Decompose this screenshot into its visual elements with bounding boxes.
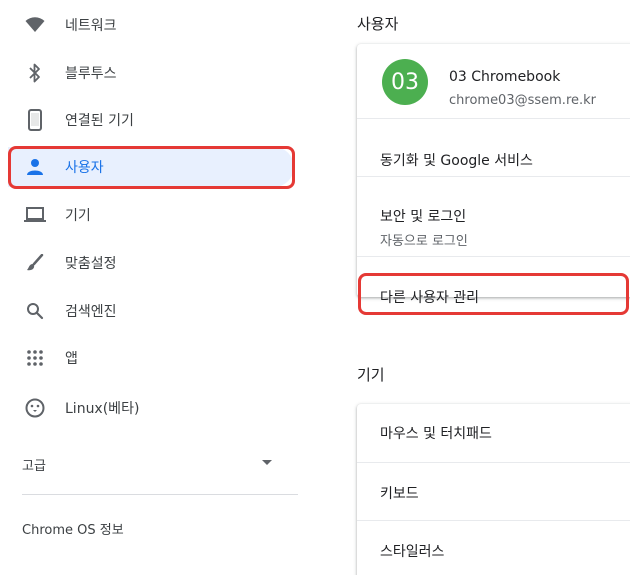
- account-email: chrome03@ssem.re.kr: [449, 93, 597, 108]
- sidebar-item-label: 맞춤설정: [65, 256, 117, 272]
- sync-services-label: 동기화 및 Google 서비스: [380, 153, 533, 169]
- sidebar-item-connected-devices[interactable]: 연결된 기기: [8, 100, 294, 140]
- manage-other-users-label: 다른 사용자 관리: [380, 290, 480, 306]
- penguin-icon: [24, 397, 46, 419]
- sidebar-item-label: 네트워크: [65, 18, 117, 34]
- sidebar-item-label: 연결된 기기: [65, 113, 134, 129]
- stylus-label: 스타일러스: [380, 544, 445, 560]
- security-login-subtitle: 자동으로 로그인: [380, 234, 468, 249]
- sidebar-item-label: 블루투스: [65, 66, 117, 82]
- users-section-title: 사용자: [357, 15, 399, 33]
- keyboard-row[interactable]: 키보드: [357, 462, 630, 520]
- mouse-touchpad-row[interactable]: 마우스 및 터치패드: [357, 404, 630, 462]
- device-section-title: 기기: [357, 366, 385, 384]
- sidebar-item-apps[interactable]: 앱: [8, 338, 294, 378]
- sidebar-item-label: 검색엔진: [65, 304, 117, 320]
- brush-icon: [24, 252, 46, 274]
- avatar: 03: [382, 59, 428, 105]
- account-row[interactable]: 03 03 Chromebook chrome03@ssem.re.kr: [357, 44, 630, 118]
- sidebar-item-label: Linux(베타): [65, 401, 140, 417]
- manage-other-users-row[interactable]: 다른 사용자 관리: [357, 256, 630, 306]
- users-card: 03 03 Chromebook chrome03@ssem.re.kr 동기화…: [357, 44, 630, 306]
- keyboard-label: 키보드: [380, 486, 419, 502]
- sidebar-item-label: 기기: [65, 208, 91, 224]
- sidebar-item-label: 앱: [65, 351, 78, 367]
- sidebar-item-label: 사용자: [65, 160, 104, 176]
- sidebar-item-device[interactable]: 기기: [8, 195, 294, 235]
- mouse-touchpad-label: 마우스 및 터치패드: [380, 426, 492, 442]
- advanced-label: 고급: [22, 458, 46, 474]
- security-login-row[interactable]: 보안 및 로그인 자동으로 로그인: [357, 176, 630, 256]
- sidebar-item-users[interactable]: 사용자: [8, 147, 294, 187]
- person-icon: [24, 156, 46, 178]
- sidebar-item-bluetooth[interactable]: 블루투스: [8, 53, 294, 93]
- settings-sidebar: 네트워크 블루투스 연결된 기기 사용자 기기 맞춤설정 검색엔진 앱 Linu…: [0, 0, 300, 575]
- sidebar-item-search-engine[interactable]: 검색엔진: [8, 291, 294, 331]
- sidebar-item-network[interactable]: 네트워크: [8, 5, 294, 45]
- advanced-toggle[interactable]: 고급: [22, 452, 278, 476]
- apps-grid-icon: [24, 347, 46, 369]
- wifi-icon: [24, 14, 46, 36]
- device-card: 마우스 및 터치패드 키보드 스타일러스: [357, 404, 630, 575]
- sidebar-item-personalization[interactable]: 맞춤설정: [8, 243, 294, 283]
- bluetooth-icon: [24, 62, 46, 84]
- stylus-row[interactable]: 스타일러스: [357, 520, 630, 575]
- phone-icon: [24, 109, 46, 131]
- account-name: 03 Chromebook: [449, 69, 561, 85]
- chevron-down-icon: [262, 460, 272, 465]
- security-login-title: 보안 및 로그인: [380, 209, 467, 225]
- sidebar-item-linux[interactable]: Linux(베타): [8, 388, 294, 428]
- search-icon: [24, 300, 46, 322]
- laptop-icon: [24, 204, 46, 226]
- about-chrome-os-link[interactable]: Chrome OS 정보: [22, 519, 124, 538]
- sync-services-row[interactable]: 동기화 및 Google 서비스: [357, 118, 630, 176]
- sidebar-divider: [22, 494, 298, 495]
